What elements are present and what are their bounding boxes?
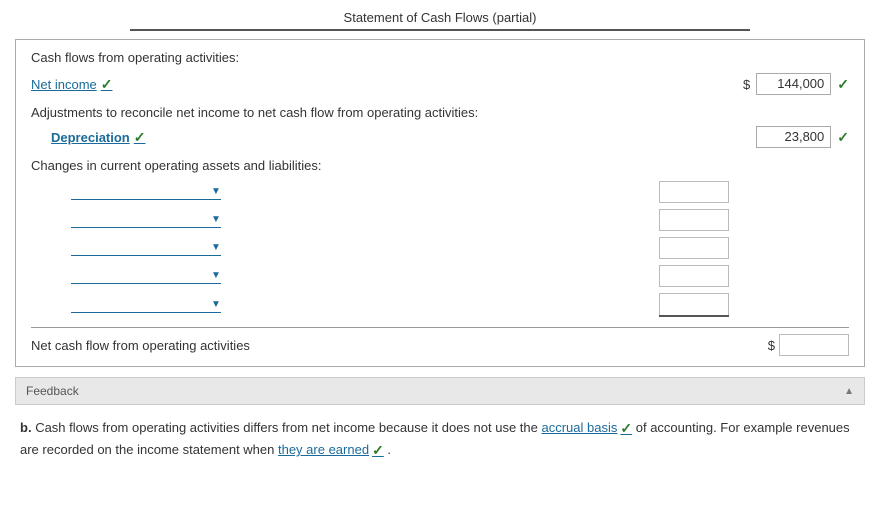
depreciation-value: 23,800 xyxy=(756,126,831,148)
depreciation-value-col: 23,800 ✓ xyxy=(756,126,849,148)
content-area: Cash flows from operating activities: Ne… xyxy=(15,39,865,367)
dropdown-input-3[interactable] xyxy=(659,237,729,259)
depreciation-link[interactable]: Depreciation ✓ xyxy=(51,129,145,146)
depreciation-text: Depreciation xyxy=(51,130,130,145)
part-b-bold: b. xyxy=(20,420,32,435)
net-income-text: Net income xyxy=(31,77,97,92)
net-cash-value-col: $ xyxy=(768,334,849,356)
part-b: b. Cash flows from operating activities … xyxy=(15,417,865,462)
adjustments-label: Adjustments to reconcile net income to n… xyxy=(31,105,849,120)
net-income-label-col: Net income ✓ xyxy=(31,76,743,93)
dropdown-select-2[interactable] xyxy=(71,213,211,227)
they-are-earned-text: they are earned xyxy=(278,440,369,461)
dropdown-select-5[interactable] xyxy=(71,298,211,312)
dropdown-select-4[interactable] xyxy=(71,269,211,283)
dropdown-wrapper-2[interactable]: ▼ xyxy=(71,213,221,228)
dropdown-select-1[interactable] xyxy=(71,185,211,199)
depreciation-value-check-icon: ✓ xyxy=(837,129,849,146)
dropdown-input-5[interactable] xyxy=(659,293,729,315)
they-are-earned-check-icon: ✓ xyxy=(372,439,384,461)
dropdown-arrow-4: ▼ xyxy=(211,270,221,281)
feedback-bar: Feedback ▲ xyxy=(15,377,865,405)
main-container: Statement of Cash Flows (partial) Cash f… xyxy=(0,0,880,472)
dropdown-wrapper-3[interactable]: ▼ xyxy=(71,241,221,256)
feedback-label: Feedback xyxy=(26,384,79,398)
net-income-value-check-icon: ✓ xyxy=(837,76,849,93)
depreciation-check-icon: ✓ xyxy=(134,129,146,146)
dropdown-row-2: ▼ xyxy=(31,209,849,231)
dropdown-input-1[interactable] xyxy=(659,181,729,203)
changes-label: Changes in current operating assets and … xyxy=(31,158,849,173)
dropdown-input-4[interactable] xyxy=(659,265,729,287)
part-b-prefix-text: Cash flows from operating activities dif… xyxy=(35,420,538,435)
dropdown-arrow-2: ▼ xyxy=(211,214,221,225)
feedback-arrow-icon[interactable]: ▲ xyxy=(844,386,854,397)
dropdown-arrow-3: ▼ xyxy=(211,242,221,253)
net-income-row: Net income ✓ $ 144,000 ✓ xyxy=(31,73,849,95)
part-b-suffix: . xyxy=(387,442,391,457)
dropdown-arrow-1: ▼ xyxy=(211,186,221,197)
dropdown-arrow-5: ▼ xyxy=(211,299,221,310)
dropdown-row-4: ▼ xyxy=(31,265,849,287)
net-income-value: 144,000 xyxy=(756,73,831,95)
accrual-basis-check-icon: ✓ xyxy=(620,417,632,439)
title-text: Statement of Cash Flows (partial) xyxy=(344,10,537,25)
net-cash-dollar: $ xyxy=(768,338,775,353)
statement-title: Statement of Cash Flows (partial) xyxy=(130,10,750,31)
dropdown-wrapper-4[interactable]: ▼ xyxy=(71,269,221,284)
net-cash-label: Net cash flow from operating activities xyxy=(31,338,768,353)
depreciation-label-col: Depreciation ✓ xyxy=(31,129,756,146)
net-income-dollar: $ xyxy=(743,77,750,92)
depreciation-row: Depreciation ✓ 23,800 ✓ xyxy=(31,126,849,148)
operating-header: Cash flows from operating activities: xyxy=(31,50,849,65)
dropdown-input-2[interactable] xyxy=(659,209,729,231)
dropdown-select-3[interactable] xyxy=(71,241,211,255)
accrual-basis-link[interactable]: accrual basis ✓ xyxy=(542,417,633,439)
dropdown-row-3: ▼ xyxy=(31,237,849,259)
they-are-earned-link[interactable]: they are earned ✓ xyxy=(278,439,384,461)
dropdown-row-5: ▼ xyxy=(31,293,849,317)
dropdown-row-1: ▼ xyxy=(31,181,849,203)
net-income-link[interactable]: Net income ✓ xyxy=(31,76,112,93)
dropdown-wrapper-5[interactable]: ▼ xyxy=(71,298,221,313)
dropdown-wrapper-1[interactable]: ▼ xyxy=(71,185,221,200)
accrual-basis-text: accrual basis xyxy=(542,418,618,439)
net-cash-row: Net cash flow from operating activities … xyxy=(31,327,849,356)
net-income-check-icon: ✓ xyxy=(101,76,113,93)
net-cash-input[interactable] xyxy=(779,334,849,356)
net-income-value-col: $ 144,000 ✓ xyxy=(743,73,849,95)
